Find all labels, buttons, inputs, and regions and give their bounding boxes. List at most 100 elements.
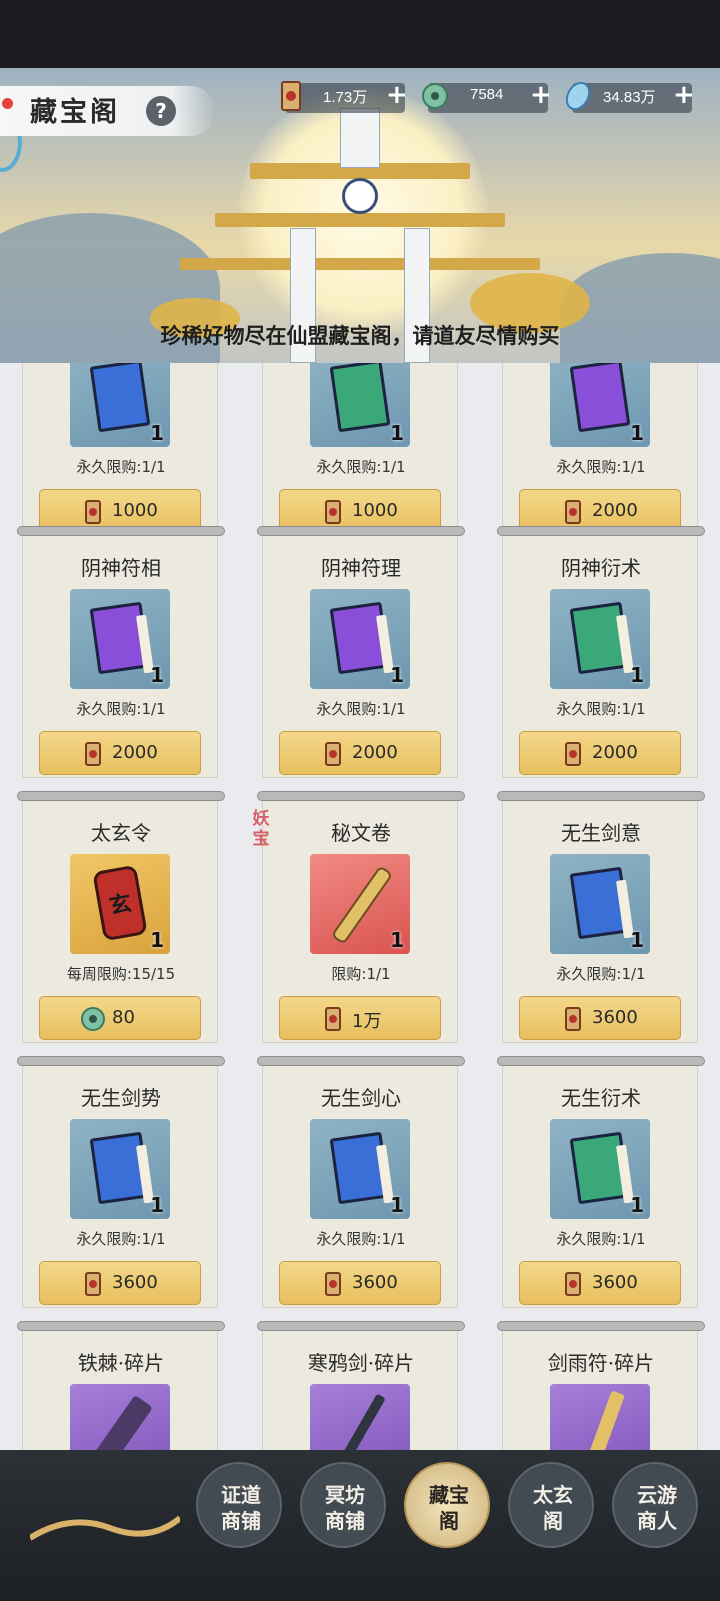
shop-item-card[interactable]: 阴神符理 1 永久限购:1/1 2000 bbox=[257, 526, 465, 778]
item-name: 阴神符相 bbox=[81, 556, 161, 580]
scroll-token-icon bbox=[325, 500, 341, 524]
shop-tagline: 珍稀好物尽在仙盟藏宝阁，请道友尽情购买 bbox=[160, 323, 560, 348]
item-quantity: 1 bbox=[630, 928, 644, 952]
tab-zhengdao-shop[interactable]: 证道 商铺 bbox=[196, 1462, 282, 1548]
shop-item-card[interactable]: 剑雨符·碎片 bbox=[497, 1321, 705, 1450]
shop-item-card[interactable]: 无生衍术 1 永久限购:1/1 3600 bbox=[497, 1056, 705, 1308]
sword-icon bbox=[332, 1393, 386, 1450]
purchase-limit: 每周限购:15/15 bbox=[66, 965, 176, 983]
spirit-crystal-icon bbox=[565, 81, 591, 111]
price-label: 2000 bbox=[592, 500, 638, 521]
item-thumbnail bbox=[310, 1384, 410, 1450]
item-quantity: 1 bbox=[630, 421, 644, 445]
scroll-token-icon bbox=[281, 81, 301, 111]
add-jade-coin-button[interactable]: + bbox=[530, 80, 552, 110]
item-quantity: 1 bbox=[390, 928, 404, 952]
scroll-token-icon bbox=[85, 742, 101, 766]
item-quantity: 1 bbox=[150, 421, 164, 445]
buy-button[interactable]: 3600 bbox=[279, 1261, 441, 1305]
shop-item-card[interactable]: 阴神符相 1 永久限购:1/1 2000 bbox=[17, 526, 225, 778]
item-thumbnail: 1 bbox=[550, 1119, 650, 1219]
item-name: 无生剑心 bbox=[321, 1086, 401, 1110]
shop-item-card[interactable]: 无生剑心 1 永久限购:1/1 3600 bbox=[257, 1056, 465, 1308]
price-label: 2000 bbox=[592, 742, 638, 763]
buy-button[interactable]: 2000 bbox=[279, 731, 441, 775]
item-name: 无生衍术 bbox=[561, 1086, 641, 1110]
item-thumbnail: 1 bbox=[550, 854, 650, 954]
item-thumbnail: 1 bbox=[550, 589, 650, 689]
skill-book-icon bbox=[89, 363, 151, 433]
tab-label: 太玄 阁 bbox=[533, 1483, 573, 1533]
shop-item-grid[interactable]: 1 永久限购:1/1 1000 1 永久限购:1/1 1000 1 永久限购:1… bbox=[0, 363, 720, 1450]
purchase-limit: 永久限购:1/1 bbox=[76, 458, 166, 476]
scroll-rod bbox=[17, 526, 225, 536]
item-thumbnail: 1 bbox=[310, 589, 410, 689]
scroll-token-icon bbox=[565, 742, 581, 766]
purchase-limit: 永久限购:1/1 bbox=[76, 1230, 166, 1248]
scroll-rod bbox=[497, 1056, 705, 1066]
help-button[interactable]: ? bbox=[146, 96, 176, 126]
add-scroll-token-button[interactable]: + bbox=[386, 80, 408, 110]
shop-item-card[interactable]: 太玄令 玄 1 每周限购:15/15 80 bbox=[17, 791, 225, 1043]
buy-button[interactable]: 3600 bbox=[39, 1261, 201, 1305]
scroll-rod bbox=[17, 1056, 225, 1066]
item-thumbnail: 1 bbox=[70, 1119, 170, 1219]
buy-button[interactable]: 80 bbox=[39, 996, 201, 1040]
shop-item-card[interactable]: 寒鸦剑·碎片 bbox=[257, 1321, 465, 1450]
shop-item-card[interactable]: 1 永久限购:1/1 1000 bbox=[262, 363, 458, 536]
item-quantity: 1 bbox=[390, 421, 404, 445]
currency-value: 1.73万 bbox=[323, 89, 368, 106]
scroll-token-icon bbox=[85, 500, 101, 524]
item-name: 无生剑意 bbox=[561, 821, 641, 845]
currency-value: 7584 bbox=[470, 86, 504, 103]
item-name: 剑雨符·碎片 bbox=[547, 1351, 655, 1375]
item-thumbnail: 1 bbox=[310, 1119, 410, 1219]
item-name: 阴神符理 bbox=[321, 556, 401, 580]
temple-spire bbox=[340, 108, 380, 168]
scroll-token-icon bbox=[565, 1272, 581, 1296]
price-label: 3600 bbox=[112, 1272, 158, 1293]
price-label: 3600 bbox=[592, 1272, 638, 1293]
buy-button[interactable]: 3600 bbox=[519, 996, 681, 1040]
scroll-token-icon bbox=[325, 742, 341, 766]
price-label: 1000 bbox=[352, 500, 398, 521]
shop-item-card[interactable]: 妖宝 秘文卷 1 限购:1/1 1万 bbox=[253, 791, 465, 1043]
tab-treasure-pavilion[interactable]: 藏宝 阁 bbox=[404, 1462, 490, 1548]
item-thumbnail bbox=[70, 1384, 170, 1450]
page-title: 藏宝阁 bbox=[30, 97, 120, 128]
shop-item-card[interactable]: 1 永久限购:1/1 1000 bbox=[22, 363, 218, 536]
scroll-rod bbox=[17, 791, 225, 801]
scroll-rod bbox=[17, 1321, 225, 1331]
add-spirit-crystal-button[interactable]: + bbox=[673, 80, 695, 110]
jade-coin-icon bbox=[422, 83, 448, 109]
scroll-token-icon bbox=[325, 1007, 341, 1031]
shop-item-card[interactable]: 无生剑势 1 永久限购:1/1 3600 bbox=[17, 1056, 225, 1308]
shop-item-card[interactable]: 无生剑意 1 永久限购:1/1 3600 bbox=[497, 791, 705, 1043]
item-thumbnail: 1 bbox=[550, 363, 650, 447]
purchase-limit: 永久限购:1/1 bbox=[316, 458, 406, 476]
buy-button[interactable]: 2000 bbox=[39, 731, 201, 775]
scroll-rod bbox=[257, 1056, 465, 1066]
tab-mingfang-shop[interactable]: 冥坊 商铺 bbox=[300, 1462, 386, 1548]
purchase-limit: 永久限购:1/1 bbox=[316, 700, 406, 718]
taixuan-token-icon: 玄 bbox=[92, 864, 148, 942]
buy-button[interactable]: 2000 bbox=[519, 731, 681, 775]
price-label: 2000 bbox=[352, 742, 398, 763]
item-quantity: 1 bbox=[150, 1193, 164, 1217]
shop-item-card[interactable]: 1 永久限购:1/1 2000 bbox=[502, 363, 698, 536]
item-name: 秘文卷 bbox=[331, 821, 391, 845]
scroll-rod bbox=[257, 526, 465, 536]
purchase-limit: 永久限购:1/1 bbox=[556, 1230, 646, 1248]
shop-item-card[interactable]: 铁棘·碎片 bbox=[17, 1321, 225, 1450]
buy-button[interactable]: 3600 bbox=[519, 1261, 681, 1305]
skill-book-icon bbox=[569, 363, 631, 433]
tab-wandering-merchant[interactable]: 云游 商人 bbox=[612, 1462, 698, 1548]
tab-label: 云游 商人 bbox=[637, 1483, 677, 1533]
item-name: 铁棘·碎片 bbox=[77, 1351, 165, 1375]
tab-taixuan-pavilion[interactable]: 太玄 阁 bbox=[508, 1462, 594, 1548]
item-quantity: 1 bbox=[150, 663, 164, 687]
purchase-limit: 永久限购:1/1 bbox=[556, 700, 646, 718]
shop-item-card[interactable]: 阴神衍术 1 永久限购:1/1 2000 bbox=[497, 526, 705, 778]
scroll-token-icon bbox=[325, 1272, 341, 1296]
buy-button[interactable]: 1万 bbox=[279, 996, 441, 1040]
